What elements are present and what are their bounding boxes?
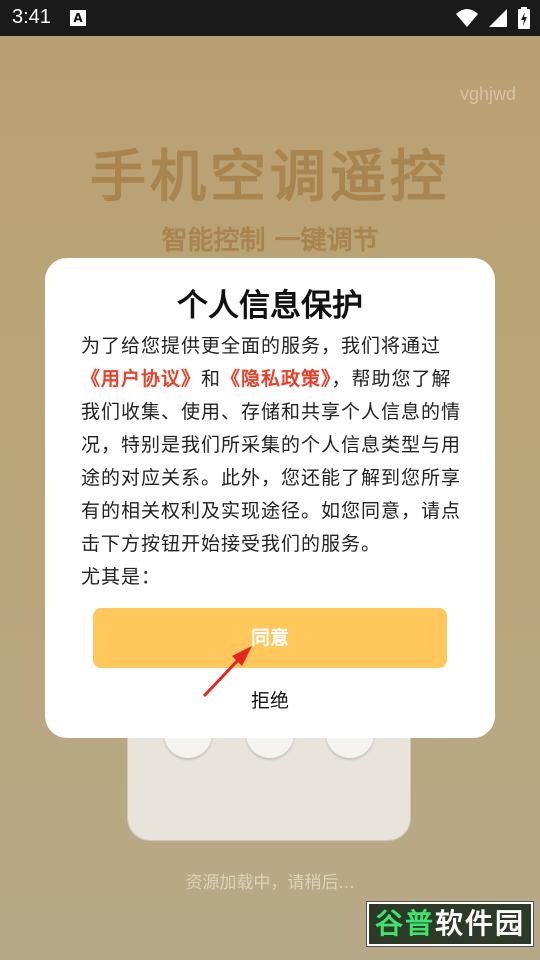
site-logo-white-text: 软件园: [435, 907, 526, 940]
wifi-icon: [456, 9, 478, 27]
status-bar: 3:41 A: [0, 0, 540, 36]
user-agreement-link[interactable]: 《用户协议》: [81, 368, 201, 390]
watermark-text: vghjwd: [459, 84, 516, 104]
body-text: 为了给您提供更全面的服务，我们将通过: [81, 335, 442, 357]
loading-text: 资源加载中，请稍后...: [185, 873, 355, 893]
signal-icon: [489, 9, 507, 27]
status-time: 3:41: [12, 6, 51, 28]
decline-button[interactable]: 拒绝: [45, 686, 495, 713]
notification-a-icon: A: [70, 10, 86, 26]
agree-button[interactable]: 同意: [93, 608, 447, 668]
body-text: 和: [201, 368, 222, 390]
dialog-body[interactable]: 为了给您提供更全面的服务，我们将通过《用户协议》和《隐私政策》，帮助您了解我们收…: [81, 330, 461, 600]
site-logo-green-text: 谷普: [374, 907, 435, 940]
battery-icon: [518, 7, 530, 29]
red-arrow-annotation: [202, 646, 252, 698]
dialog-title: 个人信息保护: [177, 288, 363, 324]
privacy-dialog: 个人信息保护 为了给您提供更全面的服务，我们将通过《用户协议》和《隐私政策》，帮…: [45, 258, 495, 738]
privacy-policy-link[interactable]: 《隐私政策》: [221, 368, 332, 390]
app-subtitle: 智能控制 一键调节: [161, 226, 379, 256]
app-title: 手机空调遥控: [90, 145, 450, 210]
body-text: 尤其是：: [81, 566, 162, 588]
site-logo: 谷普软件园: [366, 901, 534, 947]
body-text: ，帮助您了解我们收集、使用、存储和共享个人信息的情况，特别是我们所采集的个人信息…: [81, 368, 461, 555]
status-icons: [456, 7, 530, 29]
